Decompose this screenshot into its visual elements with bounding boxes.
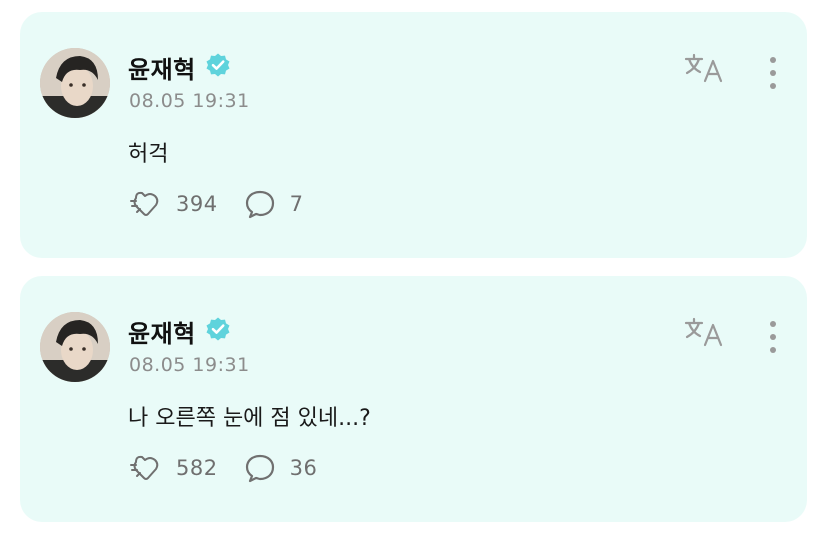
like-icon xyxy=(130,191,159,216)
like-icon xyxy=(130,455,159,480)
comment-bubble-icon xyxy=(245,454,274,483)
author-name[interactable]: 윤재혁 xyxy=(128,50,196,85)
verified-badge-icon xyxy=(206,53,230,77)
verified-badge-icon xyxy=(206,317,230,341)
more-vertical-icon[interactable] xyxy=(765,320,781,354)
more-vertical-icon[interactable] xyxy=(765,56,781,90)
like-button[interactable]: 582 xyxy=(128,453,218,483)
translate-icon[interactable] xyxy=(684,52,726,84)
post-stats: 394 7 xyxy=(128,188,329,220)
like-count: 582 xyxy=(176,456,218,480)
post-text: 나 오른쪽 눈에 점 있네...? xyxy=(128,406,371,431)
post-card[interactable]: 윤재혁 08.05 19:31 허걱 394 7 xyxy=(20,12,807,258)
author-name[interactable]: 윤재혁 xyxy=(128,314,196,349)
post-card[interactable]: 윤재혁 08.05 19:31 나 오른쪽 눈에 점 있네...? 582 36 xyxy=(20,276,807,522)
comment-button[interactable]: 36 xyxy=(244,453,318,483)
comment-count: 7 xyxy=(289,192,304,216)
like-button[interactable]: 394 xyxy=(128,189,218,219)
avatar[interactable] xyxy=(40,312,110,382)
avatar[interactable] xyxy=(40,48,110,118)
like-count: 394 xyxy=(176,192,218,216)
post-stats: 582 36 xyxy=(128,452,343,484)
comment-count: 36 xyxy=(289,456,318,480)
comment-bubble-icon xyxy=(245,190,274,219)
post-timestamp: 08.05 19:31 xyxy=(129,354,250,376)
translate-icon[interactable] xyxy=(684,316,726,348)
post-text: 허걱 xyxy=(128,142,169,167)
comment-button[interactable]: 7 xyxy=(244,189,304,219)
post-timestamp: 08.05 19:31 xyxy=(129,90,250,112)
